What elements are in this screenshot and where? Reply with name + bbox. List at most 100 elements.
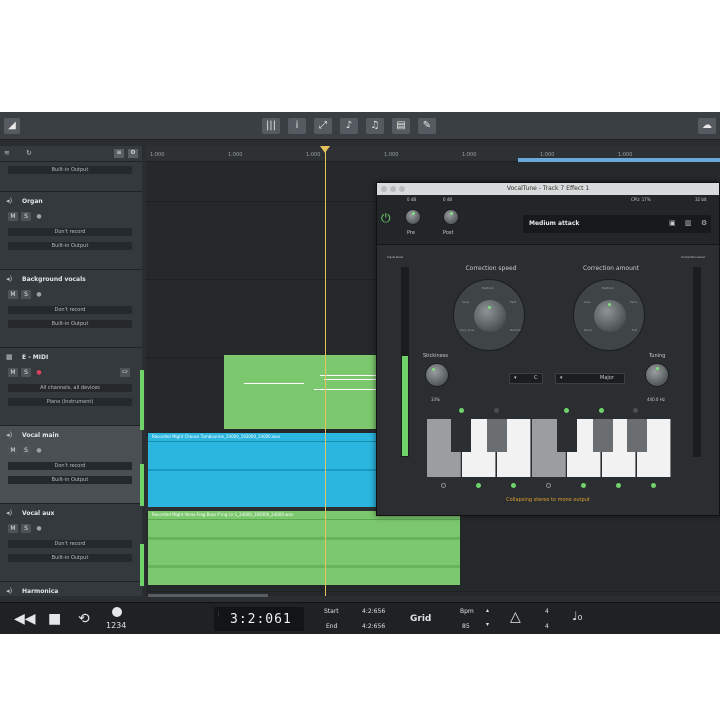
record-arm-icon[interactable]: ● (34, 446, 44, 455)
audio-clip-vocal-aux[interactable]: Recorded Might Verse Frog Bass P ing sir… (148, 511, 460, 585)
note-enabled-dot[interactable] (581, 483, 586, 488)
time-format-icon[interactable]: ⋮ (216, 611, 221, 617)
record-mode-select[interactable]: Don't record (8, 228, 132, 236)
wifi-icon[interactable]: ≋ (4, 149, 10, 157)
stop-icon[interactable]: ■ (48, 611, 61, 627)
tuner-icon[interactable]: ♩₀ (572, 609, 582, 623)
timeline-ruler[interactable]: 1:000 1:000 1:000 1:000 1:000 1:000 1:00… (146, 146, 720, 162)
stickiness-knob[interactable] (425, 363, 449, 387)
note-icon[interactable]: ♪ (340, 118, 358, 134)
playhead-handle-icon[interactable] (320, 146, 330, 153)
solo-button[interactable]: S (21, 212, 31, 221)
track-vocal-main[interactable]: ◂) Vocal main M S ● Don't record Built-i… (0, 426, 142, 504)
note-enabled-dot[interactable] (476, 483, 481, 488)
time-signature-top[interactable]: 4 (545, 608, 549, 615)
solo-button[interactable]: S (21, 368, 31, 377)
mute-button[interactable]: M (8, 290, 18, 299)
record-mode-select[interactable]: Don't record (8, 540, 132, 548)
record-arm-icon[interactable]: ● (34, 524, 44, 533)
output-select[interactable]: Built-in Output (8, 242, 132, 250)
count-in[interactable]: 1234 (106, 621, 126, 630)
output-select[interactable]: Built-in Output (8, 320, 132, 328)
expand-icon[interactable]: ⤢ (314, 118, 332, 134)
correction-speed-dial[interactable]: Medium Slow Fast Robotic Very slow (453, 279, 525, 351)
piano-key-black[interactable] (557, 419, 577, 452)
track-e-midi[interactable]: ▦ E - MIDI M S ● ▭ All channels, all dev… (0, 348, 142, 426)
time-signature-bottom[interactable]: 4 (545, 623, 549, 630)
piano-key-black[interactable] (593, 419, 613, 452)
key-select[interactable]: ▾ C (509, 373, 543, 384)
horizontal-scrollbar[interactable] (148, 594, 268, 597)
solo-button[interactable]: S (21, 446, 31, 455)
rewind-icon[interactable]: ◀◀ (14, 611, 36, 627)
settings-icon[interactable]: ⚙ (128, 149, 138, 158)
audio-clip-vocal-main[interactable]: Recorded Might Choose Tambourine_24000_1… (148, 433, 378, 507)
note-enabled-dot[interactable] (651, 483, 656, 488)
track-harmonica[interactable]: ◂) Harmonica (0, 582, 142, 596)
power-icon[interactable]: ⏻ (381, 211, 391, 226)
mute-button[interactable]: M (8, 446, 18, 455)
midi-clip[interactable] (224, 355, 376, 429)
record-arm-icon[interactable]: ● (34, 290, 44, 299)
info-icon[interactable]: i (288, 118, 306, 134)
note-enabled-dot[interactable] (511, 483, 516, 488)
solo-button[interactable]: S (21, 524, 31, 533)
scale-keyboard[interactable] (427, 419, 671, 477)
sync-icon[interactable]: ↻ (26, 149, 32, 157)
note-enabled-dot[interactable] (599, 408, 604, 413)
grid-button[interactable]: Grid (410, 614, 431, 624)
pre-gain-knob[interactable] (405, 209, 421, 225)
tuning-knob[interactable] (645, 363, 669, 387)
piano-key-black[interactable] (451, 419, 471, 452)
scale-select[interactable]: ▾ Major (555, 373, 625, 384)
bpm-stepper-icon[interactable]: ▾ (486, 621, 489, 628)
record-mode-select[interactable]: Don't record (8, 306, 132, 314)
output-select[interactable]: Built-in Output (8, 554, 132, 562)
note-disabled-dot[interactable] (494, 408, 499, 413)
piano-roll-icon[interactable]: ▤ (392, 118, 410, 134)
note-enabled-dot[interactable] (459, 408, 464, 413)
mute-button[interactable]: M (8, 212, 18, 221)
midi-input-select[interactable]: All channels, all devices (8, 384, 132, 392)
piano-key-black[interactable] (627, 419, 647, 452)
note-disabled-dot[interactable] (441, 483, 446, 488)
mute-button[interactable]: M (8, 524, 18, 533)
track-vocal-aux[interactable]: ◂) Vocal aux M S ● Don't record Built-in… (0, 504, 142, 582)
record-mode-select[interactable]: Don't record (8, 462, 132, 470)
output-select[interactable]: Built-in Output (8, 476, 132, 484)
piano-key-black[interactable] (487, 419, 507, 452)
record-icon[interactable] (112, 607, 122, 617)
loop-icon[interactable]: ⟲ (78, 611, 90, 627)
instrument-select[interactable]: Piano (Instrument) (8, 398, 132, 406)
track-background-vocals[interactable]: ◂) Background vocals M S ● Don't record … (0, 270, 142, 348)
score-icon[interactable]: ♫ (366, 118, 384, 134)
list-icon[interactable]: ≡ (114, 149, 124, 158)
note-enabled-dot[interactable] (616, 483, 621, 488)
instrument-icon[interactable]: ▭ (120, 368, 130, 377)
solo-button[interactable]: S (21, 290, 31, 299)
correction-amount-dial[interactable]: Medium Less More None Full (573, 279, 645, 351)
mixer-icon[interactable]: ||| (262, 118, 280, 134)
post-gain-knob[interactable] (443, 209, 459, 225)
end-value[interactable]: 4:2:656 (362, 623, 385, 630)
cloud-icon[interactable]: ☁ (698, 118, 716, 134)
playhead[interactable] (325, 146, 326, 596)
record-arm-icon[interactable]: ● (34, 212, 44, 221)
level-icon[interactable]: ◢ (4, 118, 20, 134)
metronome-icon[interactable]: △ (510, 609, 521, 625)
start-value[interactable]: 4:2:656 (362, 608, 385, 615)
save-icon[interactable]: ▣ (669, 219, 676, 227)
note-disabled-dot[interactable] (633, 408, 638, 413)
note-enabled-dot[interactable] (564, 408, 569, 413)
note-disabled-dot[interactable] (546, 483, 551, 488)
track-organ[interactable]: ◂) Organ M S ● Don't record Built-in Out… (0, 192, 142, 270)
bpm-value[interactable]: 85 (462, 623, 470, 630)
record-arm-icon[interactable]: ● (34, 368, 44, 377)
output-select[interactable]: Built-in Output (8, 166, 132, 174)
gear-icon[interactable]: ⚙ (701, 219, 707, 227)
mute-button[interactable]: M (8, 368, 18, 377)
bpm-stepper-icon[interactable]: ▴ (486, 607, 489, 614)
plugin-titlebar[interactable]: VocalTune - Track 7 Effect 1 (377, 183, 719, 195)
time-display[interactable]: ⋮ 3:2:061 (214, 607, 304, 631)
trash-icon[interactable]: ▥ (685, 219, 692, 227)
